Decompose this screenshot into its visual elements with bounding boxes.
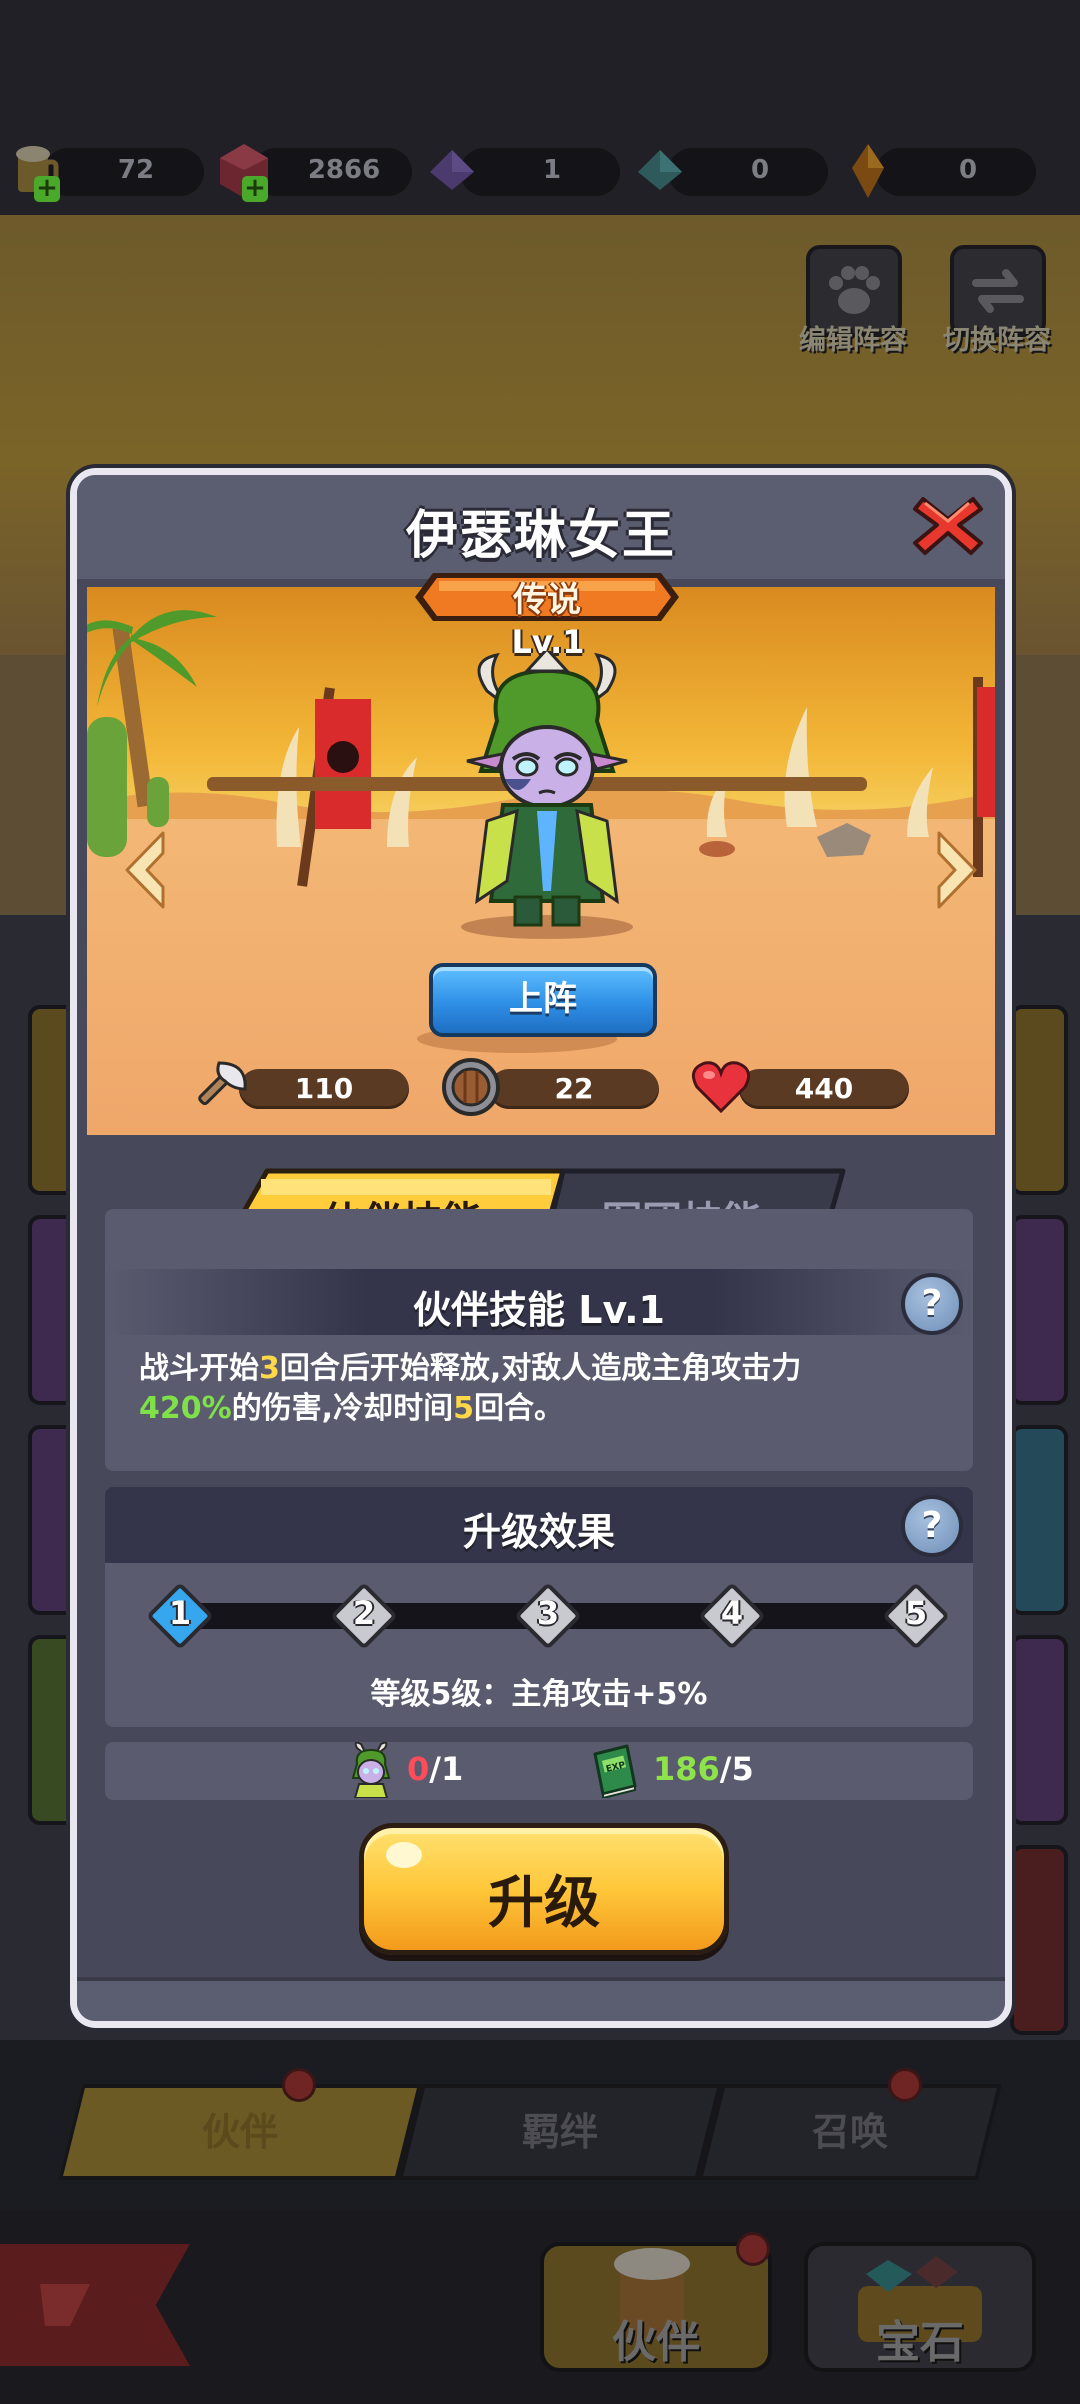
level-track: 1 2 3 4 5 — [145, 1581, 950, 1651]
skill-damage-percent: 420% — [139, 1391, 232, 1426]
upgrade-effect-header: 升级效果 ? — [105, 1487, 973, 1563]
skill-panel: 伙伴技能 Lv.1 ? 战斗开始3回合后开始释放,对敌人造成主角攻击力 420%的… — [105, 1209, 973, 1471]
skill-panel-header: 伙伴技能 Lv.1 ? — [105, 1269, 973, 1335]
upgrade-effect-panel: 升级效果 ? 1 2 3 4 5 等级5级：主角攻击+5% — [105, 1487, 973, 1727]
level-node: 5 — [881, 1581, 951, 1651]
skill-cooldown: 5 — [453, 1391, 474, 1426]
skill-rounds-before: 3 — [259, 1351, 280, 1386]
partner-fragment-icon — [351, 1742, 391, 1798]
stat-defense: 22 — [439, 1053, 669, 1123]
partner-name: 伊瑟琳女王 — [405, 506, 676, 566]
level-node: 4 — [697, 1581, 767, 1651]
partner-detail-modal: 伊瑟琳女王 传说 Lv.1 上阵 110 22 440 伙伴技能 Lv.1 ? … — [70, 468, 1012, 2028]
close-icon[interactable] — [909, 489, 987, 561]
previous-partner-icon[interactable] — [117, 827, 173, 913]
skill-help-icon[interactable]: ? — [901, 1273, 963, 1335]
stat-hp: 440 — [689, 1053, 919, 1123]
stat-attack-value: 110 — [294, 1072, 354, 1105]
rarity-label: 传说 — [513, 580, 581, 620]
upgrade-button-label: 升级 — [488, 1871, 600, 1936]
level-node: 2 — [329, 1581, 399, 1651]
level-node: 1 — [145, 1581, 215, 1651]
stat-attack: 110 — [189, 1053, 419, 1123]
level-node: 3 — [513, 1581, 583, 1651]
upgrade-requirements: 0/1 EXP 186/5 — [105, 1742, 973, 1800]
exp-book-icon: EXP — [593, 1744, 637, 1798]
stat-hp-value: 440 — [794, 1072, 854, 1105]
fragment-count: 0/1 — [407, 1750, 464, 1788]
next-partner-icon[interactable] — [929, 827, 985, 913]
heart-icon — [691, 1061, 751, 1114]
skill-title: 伙伴技能 Lv.1 — [413, 1288, 665, 1332]
upgrade-button[interactable]: 升级 — [359, 1823, 729, 1955]
deploy-button[interactable]: 上阵 — [429, 963, 657, 1037]
upgrade-effect-text: 等级5级：主角攻击+5% — [370, 1677, 708, 1712]
queen-character-sprite — [461, 651, 633, 939]
skill-description: 战斗开始3回合后开始释放,对敌人造成主角攻击力 420%的伤害,冷却时间5回合。 — [139, 1351, 802, 1426]
axe-icon — [198, 1061, 247, 1106]
shield-icon — [442, 1058, 500, 1116]
exp-count: 186/5 — [653, 1750, 754, 1788]
upgrade-help-icon[interactable]: ? — [901, 1495, 963, 1557]
modal-footer — [77, 1977, 1005, 2021]
upgrade-effect-title: 升级效果 — [462, 1510, 615, 1554]
stat-defense-value: 22 — [554, 1072, 594, 1105]
